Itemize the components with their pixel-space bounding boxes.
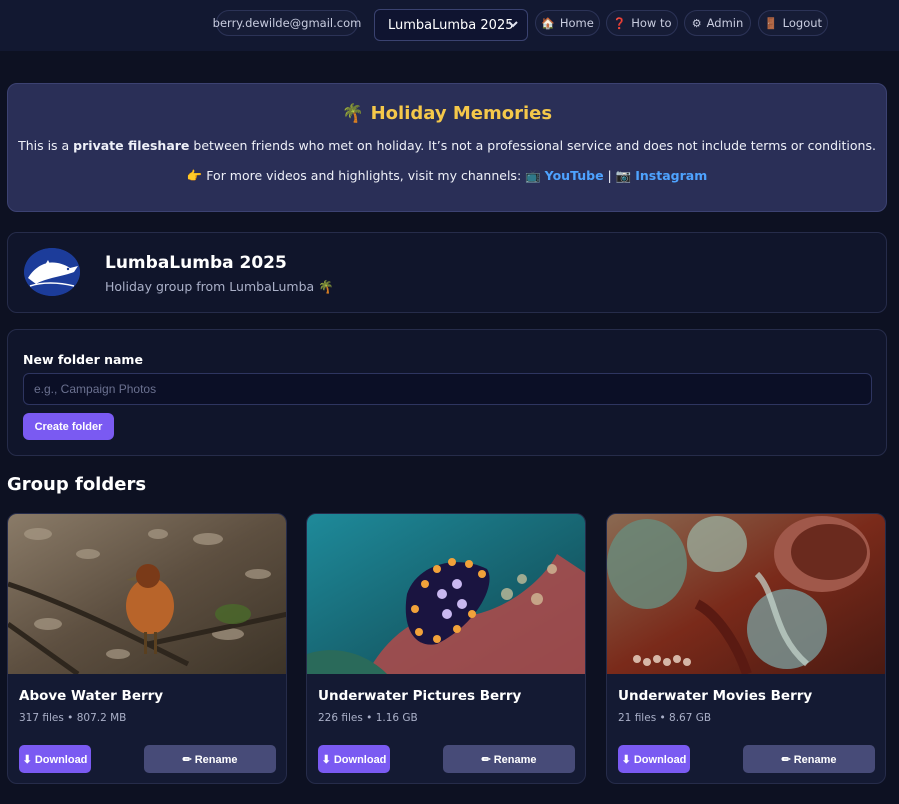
download-button[interactable]: ⬇ Download [19, 745, 91, 773]
folder-title[interactable]: Underwater Pictures Berry [318, 688, 521, 704]
instagram-link[interactable]: Instagram [635, 168, 707, 183]
user-email: berry.dewilde@gmail.com [212, 16, 362, 30]
folder-thumbnail[interactable] [607, 514, 885, 674]
folder-meta: 226 files • 1.16 GB [318, 712, 418, 724]
new-folder-form: New folder name Create folder [7, 329, 887, 456]
folder-card[interactable]: Underwater Movies Berry 21 files • 8.67 … [606, 513, 886, 784]
section-title: Group folders [7, 474, 147, 495]
admin-button[interactable]: ⚙ Admin [684, 10, 751, 36]
howto-label: How to [631, 16, 672, 30]
banner-text-bold: private fileshare [73, 138, 190, 153]
folder-meta: 21 files • 8.67 GB [618, 712, 712, 724]
group-logo [24, 248, 80, 296]
create-folder-button[interactable]: Create folder [23, 413, 114, 440]
banner-links: 👉 For more videos and highlights, visit … [8, 168, 886, 184]
rename-button[interactable]: ✏ Rename [443, 745, 575, 773]
banner-text: This is a private fileshare between frie… [8, 138, 886, 153]
question-icon: ❓ [612, 16, 627, 30]
rename-button[interactable]: ✏ Rename [743, 745, 875, 773]
banner-title: 🌴 Holiday Memories [341, 103, 553, 124]
group-info-card: LumbaLumba 2025 Holiday group from Lumba… [7, 232, 887, 313]
banner-text-start: This is a [18, 138, 74, 153]
folder-title[interactable]: Underwater Movies Berry [618, 688, 812, 704]
info-banner: 🌴 Holiday Memories This is a private fil… [7, 83, 887, 212]
folder-thumbnail[interactable] [307, 514, 585, 674]
folder-card[interactable]: Above Water Berry 317 files • 807.2 MB ⬇… [7, 513, 287, 784]
user-email-badge: berry.dewilde@gmail.com [213, 10, 361, 36]
howto-button[interactable]: ❓ How to [606, 10, 678, 36]
top-bar: berry.dewilde@gmail.com LumbaLumba 2025 … [0, 0, 899, 51]
house-icon: 🏠 [541, 16, 555, 30]
folder-title[interactable]: Above Water Berry [19, 688, 163, 704]
group-name: LumbaLumba 2025 [105, 253, 287, 273]
banner-links-intro: 👉 For more videos and highlights, visit … [186, 168, 545, 183]
banner-links-separator: | 📷 [603, 168, 636, 183]
folder-card[interactable]: Underwater Pictures Berry 226 files • 1.… [306, 513, 586, 784]
folder-name-input[interactable] [23, 373, 872, 405]
logout-button[interactable]: 🚪 Logout [758, 10, 828, 36]
download-button[interactable]: ⬇ Download [318, 745, 390, 773]
home-button[interactable]: 🏠 Home [535, 10, 600, 36]
group-description: Holiday group from LumbaLumba 🌴 [105, 279, 334, 294]
folder-thumbnail[interactable] [8, 514, 286, 674]
admin-label: Admin [706, 16, 744, 30]
home-label: Home [559, 16, 594, 30]
download-button[interactable]: ⬇ Download [618, 745, 690, 773]
youtube-link[interactable]: YouTube [545, 168, 604, 183]
group-select[interactable]: LumbaLumba 2025 [374, 9, 528, 41]
banner-text-end: between friends who met on holiday. It’s… [189, 138, 876, 153]
gear-icon: ⚙ [691, 16, 702, 30]
new-folder-label: New folder name [23, 352, 143, 367]
chevron-down-icon [507, 18, 519, 33]
rename-button[interactable]: ✏ Rename [144, 745, 276, 773]
logout-label: Logout [782, 16, 823, 30]
group-select-value: LumbaLumba 2025 [388, 17, 514, 33]
folder-meta: 317 files • 807.2 MB [19, 712, 127, 724]
door-icon: 🚪 [763, 16, 778, 30]
